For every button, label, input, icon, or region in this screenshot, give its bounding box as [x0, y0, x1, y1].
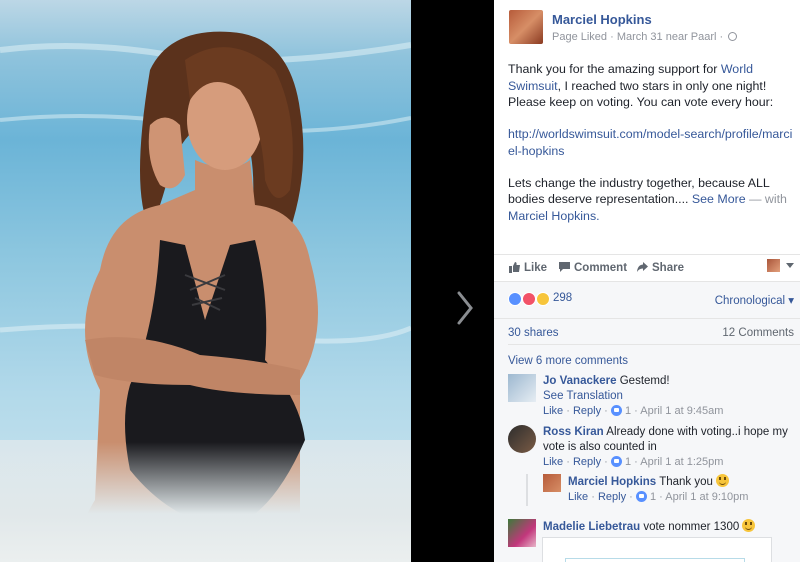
- reply-thread-line: [526, 474, 528, 506]
- comment-time[interactable]: April 1 at 1:25pm: [640, 456, 723, 468]
- comment-avatar[interactable]: [508, 519, 536, 547]
- reply-like-button[interactable]: Like: [568, 491, 588, 503]
- post-meta: Page Liked · March 31 near Paarl ·: [552, 31, 738, 43]
- post-text-1a: Thank you for the amazing support for: [508, 62, 721, 76]
- reply-item: Marciel Hopkins Thank you Like · Reply ·…: [568, 474, 793, 505]
- post-body: Thank you for the amazing support for Wo…: [508, 61, 793, 240]
- share-icon: [637, 262, 648, 272]
- comment-author[interactable]: Madelie Liebetrau: [543, 521, 640, 533]
- post-paragraph-2: http://worldswimsuit.com/model-search/pr…: [508, 126, 793, 159]
- shares-row: 30 shares 12 Comments: [494, 318, 800, 344]
- reply-reply-button[interactable]: Reply: [598, 491, 626, 503]
- share-label: Share: [652, 262, 684, 274]
- comment-like-count[interactable]: 1: [625, 405, 631, 417]
- share-button[interactable]: Share: [636, 261, 684, 274]
- post-header: Marciel Hopkins Page Liked · March 31 ne…: [494, 0, 800, 52]
- reply-meta: Like · Reply · 1 · April 1 at 9:10pm: [568, 491, 749, 503]
- reply-author[interactable]: Marciel Hopkins: [568, 476, 656, 488]
- shares-link[interactable]: 30 shares: [508, 327, 559, 339]
- reply-text: Thank you: [659, 476, 713, 488]
- reply-like-count[interactable]: 1: [650, 491, 656, 503]
- see-translation-link[interactable]: See Translation: [543, 390, 623, 402]
- see-more-link[interactable]: See More: [692, 192, 746, 206]
- comment-reply-button[interactable]: Reply: [573, 456, 601, 468]
- chevron-right-icon: [457, 291, 473, 325]
- comment-avatar[interactable]: [508, 374, 536, 402]
- like-badge-icon: [635, 491, 647, 502]
- comment-like-button[interactable]: Like: [543, 456, 563, 468]
- view-more-comments-link[interactable]: View 6 more comments: [508, 344, 800, 367]
- viewer-avatar[interactable]: [767, 259, 780, 272]
- comment-item: Madelie Liebetrau vote nommer 1300: [543, 519, 793, 535]
- comment-attachment[interactable]: [542, 537, 772, 562]
- smile-emoji-icon: [742, 519, 756, 532]
- wow-reaction-icon[interactable]: [536, 292, 550, 306]
- comment-meta: Like · Reply · 1 · April 1 at 1:25pm: [543, 456, 724, 468]
- comment-button[interactable]: Comment: [558, 261, 627, 274]
- page-name-link[interactable]: Marciel Hopkins: [552, 12, 652, 27]
- globe-icon: [728, 32, 738, 41]
- sort-label: Chronological: [714, 295, 786, 307]
- like-badge-icon: [610, 456, 622, 467]
- comments-count[interactable]: 12 Comments: [722, 327, 794, 339]
- comment-icon: [559, 262, 570, 272]
- photo-viewer: [0, 0, 494, 562]
- post-actions-bar: Like Comment Share: [494, 254, 800, 280]
- comment-text: Gestemd!: [619, 375, 670, 387]
- comment-author[interactable]: Jo Vanackere: [543, 375, 617, 387]
- page-avatar[interactable]: [509, 10, 543, 44]
- like-badge-icon: [610, 405, 622, 416]
- comment-author[interactable]: Ross Kiran: [543, 426, 604, 438]
- post-paragraph-3: Lets change the industry together, becau…: [508, 175, 793, 225]
- like-label: Like: [524, 262, 548, 274]
- comment-item: Jo Vanackere Gestemd! See Translation Li…: [543, 374, 793, 419]
- tagged-person-link[interactable]: Marciel Hopkins.: [508, 209, 600, 223]
- comment-like-count[interactable]: 1: [625, 456, 631, 468]
- chevron-down-icon[interactable]: [786, 263, 794, 268]
- post-paragraph-1: Thank you for the amazing support for Wo…: [508, 61, 793, 111]
- comment-text: vote nommer 1300: [643, 521, 740, 533]
- reply-avatar[interactable]: [543, 474, 561, 492]
- next-photo-button[interactable]: [450, 285, 480, 331]
- smile-emoji-icon: [716, 474, 730, 487]
- comment-meta: Like · Reply · 1 · April 1 at 9:45am: [543, 405, 724, 417]
- post-meta-text: Page Liked · March 31 near Paarl ·: [552, 31, 724, 43]
- post-side-panel: Marciel Hopkins Page Liked · March 31 ne…: [494, 0, 800, 562]
- sand-overlay: [0, 442, 411, 562]
- reaction-count[interactable]: 298: [553, 292, 572, 304]
- like-button[interactable]: Like: [508, 261, 547, 274]
- profile-url-link[interactable]: http://worldswimsuit.com/model-search/pr…: [508, 127, 792, 158]
- comment-like-button[interactable]: Like: [543, 405, 563, 417]
- like-reaction-icon[interactable]: [508, 292, 522, 306]
- sort-dropdown[interactable]: Chronological ▾: [715, 293, 794, 307]
- comment-avatar[interactable]: [508, 425, 536, 453]
- comment-time[interactable]: April 1 at 9:45am: [640, 405, 723, 417]
- reactions-row: 298 Chronological ▾: [494, 282, 800, 316]
- comment-label: Comment: [574, 262, 628, 274]
- post-photo[interactable]: [0, 0, 411, 562]
- thumbs-up-icon: [509, 262, 520, 273]
- reply-time[interactable]: April 1 at 9:10pm: [665, 491, 748, 503]
- comment-reply-button[interactable]: Reply: [573, 405, 601, 417]
- love-reaction-icon[interactable]: [522, 292, 536, 306]
- comment-item: Ross Kiran Already done with voting..i h…: [543, 425, 793, 470]
- with-text: — with: [745, 192, 787, 206]
- attachment-preview: [565, 558, 745, 562]
